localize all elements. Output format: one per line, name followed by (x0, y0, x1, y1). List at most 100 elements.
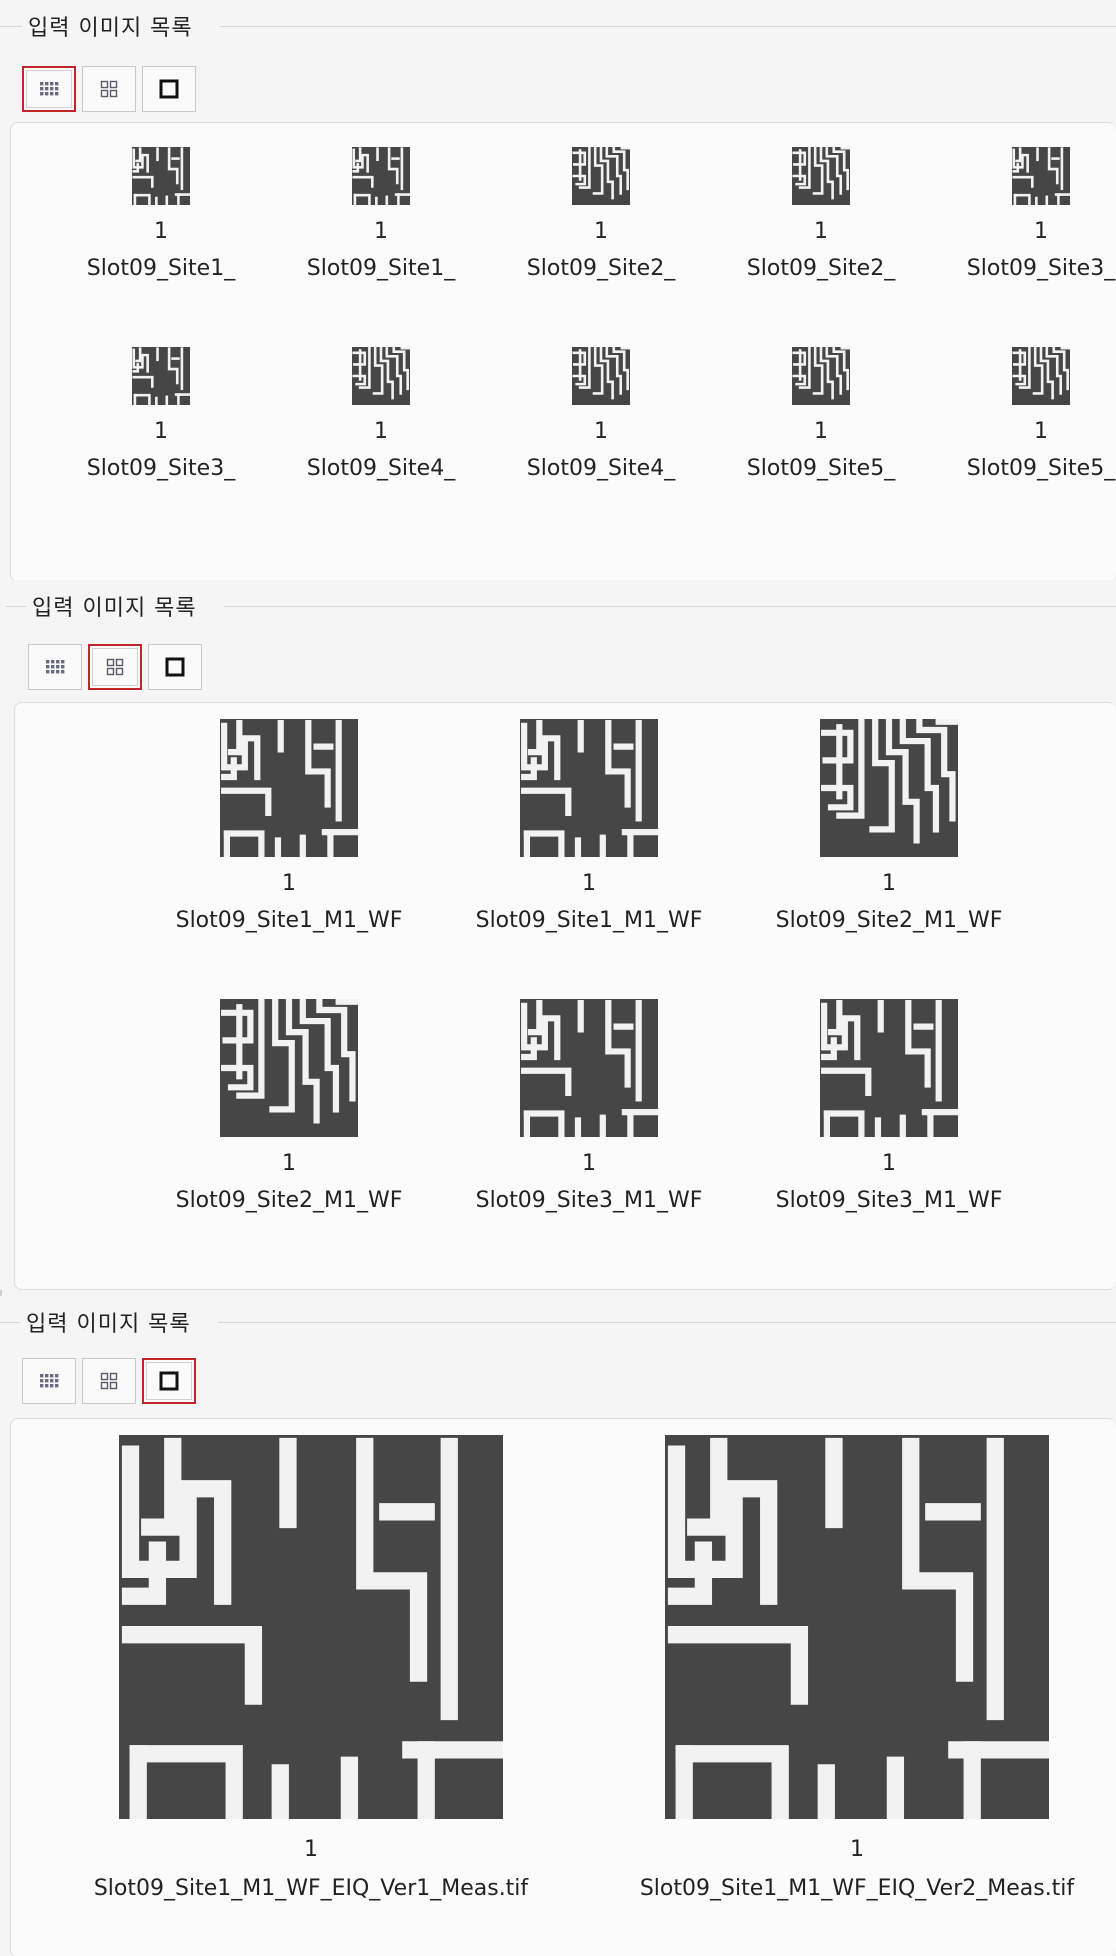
image-thumbnail (820, 719, 958, 857)
image-thumbnail (572, 147, 630, 205)
image-thumbnail (820, 999, 958, 1137)
square-icon (159, 1371, 179, 1391)
grid-medium-icon (100, 1372, 118, 1390)
image-count: 1 (582, 871, 596, 896)
image-tile[interactable]: 1 Slot09_Site1_M1_WF (144, 719, 434, 933)
image-thumbnail (220, 719, 358, 857)
image-tile[interactable]: 1 Slot09_Site1_M1_WF_EIQ_Ver1_Meas.tif (51, 1435, 571, 1901)
image-list-group-small: 입력 이미지 목록 1 Slot09_Site1_ 1 Slot09_Site1_ 1 S… (0, 0, 1116, 582)
image-count: 1 (594, 219, 608, 244)
image-name: Slot09_Site2_ (526, 256, 676, 281)
image-name: Slot09_Site3_M1_WF (775, 1188, 1003, 1213)
image-thumbnail (119, 1435, 503, 1819)
group-title: 입력 이미지 목록 (22, 10, 199, 42)
image-name: Slot09_Site3_ (966, 256, 1116, 281)
image-thumbnail (220, 999, 358, 1137)
image-tile[interactable]: 1 Slot09_Site1_M1_WF_EIQ_Ver2_Meas.tif (597, 1435, 1116, 1901)
image-thumbnail (520, 999, 658, 1137)
thumbnail-panel: 1 Slot09_Site1_M1_WF_EIQ_Ver1_Meas.tif 1 Sl… (10, 1418, 1116, 1956)
image-tile[interactable]: 1 Slot09_Site5_ (936, 347, 1116, 481)
grid-medium-icon (106, 658, 124, 676)
image-thumbnail (572, 347, 630, 405)
image-tile[interactable]: 1 Slot09_Site3_ (936, 147, 1116, 281)
image-name: Slot09_Site4_ (306, 456, 456, 481)
grid-small-icon (40, 82, 59, 96)
image-tile[interactable]: 1 Slot09_Site2_M1_WF (144, 999, 434, 1213)
image-name: Slot09_Site1_M1_WF_EIQ_Ver2_Meas.tif (639, 1876, 1075, 1901)
image-name: Slot09_Site1_M1_WF_EIQ_Ver1_Meas.tif (93, 1876, 529, 1901)
image-count: 1 (282, 871, 296, 896)
image-count: 1 (850, 1837, 864, 1862)
image-count: 1 (282, 1151, 296, 1176)
image-name: Slot09_Site4_ (526, 456, 676, 481)
image-count: 1 (1034, 219, 1048, 244)
image-name: Slot09_Site1_ (306, 256, 456, 281)
image-count: 1 (814, 419, 828, 444)
image-name: Slot09_Site5_ (746, 456, 896, 481)
image-thumbnail (1012, 147, 1070, 205)
image-name: Slot09_Site2_M1_WF (775, 908, 1003, 933)
image-name: Slot09_Site5_ (966, 456, 1116, 481)
image-thumbnail (665, 1435, 1049, 1819)
large-view-button[interactable] (142, 66, 196, 112)
image-tile[interactable]: 1 Slot09_Site2_ (496, 147, 706, 281)
image-name: Slot09_Site3_M1_WF (475, 1188, 703, 1213)
image-count: 1 (814, 219, 828, 244)
image-tile[interactable]: 1 Slot09_Site1_ (276, 147, 486, 281)
thumbnail-panel: 1 Slot09_Site1_M1_WF 1 Slot09_Site1_M1_WF 1 S… (14, 702, 1116, 1290)
medium-grid-button[interactable] (82, 1358, 136, 1404)
thumbnail-panel: 1 Slot09_Site1_ 1 Slot09_Site1_ 1 Slot09_Site… (10, 122, 1116, 582)
small-grid-button[interactable] (22, 66, 76, 112)
image-thumbnail (792, 147, 850, 205)
image-tile[interactable]: 1 Slot09_Site3_M1_WF (444, 999, 734, 1213)
image-thumbnail (352, 147, 410, 205)
small-grid-button[interactable] (22, 1358, 76, 1404)
image-tile[interactable]: 1 Slot09_Site3_M1_WF (744, 999, 1034, 1213)
image-tile[interactable]: 1 Slot09_Site1_M1_WF (444, 719, 734, 933)
image-name: Slot09_Site1_M1_WF (175, 908, 403, 933)
square-icon (159, 79, 179, 99)
image-thumbnail (132, 347, 190, 405)
image-tile[interactable]: 1 Slot09_Site2_ (716, 147, 926, 281)
image-tile[interactable]: 1 Slot09_Site5_ (716, 347, 926, 481)
image-count: 1 (154, 219, 168, 244)
group-title: 입력 이미지 목록 (26, 590, 203, 622)
image-count: 1 (594, 419, 608, 444)
image-tile[interactable]: 1 Slot09_Site3_ (56, 347, 266, 481)
image-count: 1 (1034, 419, 1048, 444)
grid-small-icon (40, 1374, 59, 1388)
image-thumbnail (132, 147, 190, 205)
medium-grid-button[interactable] (82, 66, 136, 112)
image-thumbnail (1012, 347, 1070, 405)
image-tile[interactable]: 1 Slot09_Site2_M1_WF (744, 719, 1034, 933)
image-tile[interactable]: 1 Slot09_Site4_ (276, 347, 486, 481)
image-name: Slot09_Site1_M1_WF (475, 908, 703, 933)
image-tile[interactable]: 1 Slot09_Site4_ (496, 347, 706, 481)
image-count: 1 (882, 1151, 896, 1176)
medium-grid-button[interactable] (88, 644, 142, 690)
image-name: Slot09_Site1_ (86, 256, 236, 281)
image-thumbnail (792, 347, 850, 405)
view-mode-toolbar (22, 1358, 196, 1404)
image-name: Slot09_Site3_ (86, 456, 236, 481)
image-list-group-large: 입력 이미지 목록 1 Slot09_Site1_M1_WF_EIQ_Ver1_M… (0, 1296, 1116, 1956)
image-name: Slot09_Site2_ (746, 256, 896, 281)
view-mode-toolbar (28, 644, 202, 690)
square-icon (165, 657, 185, 677)
image-name: Slot09_Site2_M1_WF (175, 1188, 403, 1213)
large-view-button[interactable] (142, 1358, 196, 1404)
image-count: 1 (304, 1837, 318, 1862)
grid-small-icon (46, 660, 65, 674)
image-count: 1 (582, 1151, 596, 1176)
image-count: 1 (374, 219, 388, 244)
view-mode-toolbar (22, 66, 196, 112)
image-count: 1 (374, 419, 388, 444)
image-tile[interactable]: 1 Slot09_Site1_ (56, 147, 266, 281)
image-thumbnail (520, 719, 658, 857)
small-grid-button[interactable] (28, 644, 82, 690)
large-view-button[interactable] (148, 644, 202, 690)
image-thumbnail (352, 347, 410, 405)
image-count: 1 (882, 871, 896, 896)
image-list-group-medium: 입력 이미지 목록 1 Slot09_Site1_M1_WF 1 Slot09_Sit… (0, 580, 1116, 1290)
group-title: 입력 이미지 목록 (20, 1306, 197, 1338)
